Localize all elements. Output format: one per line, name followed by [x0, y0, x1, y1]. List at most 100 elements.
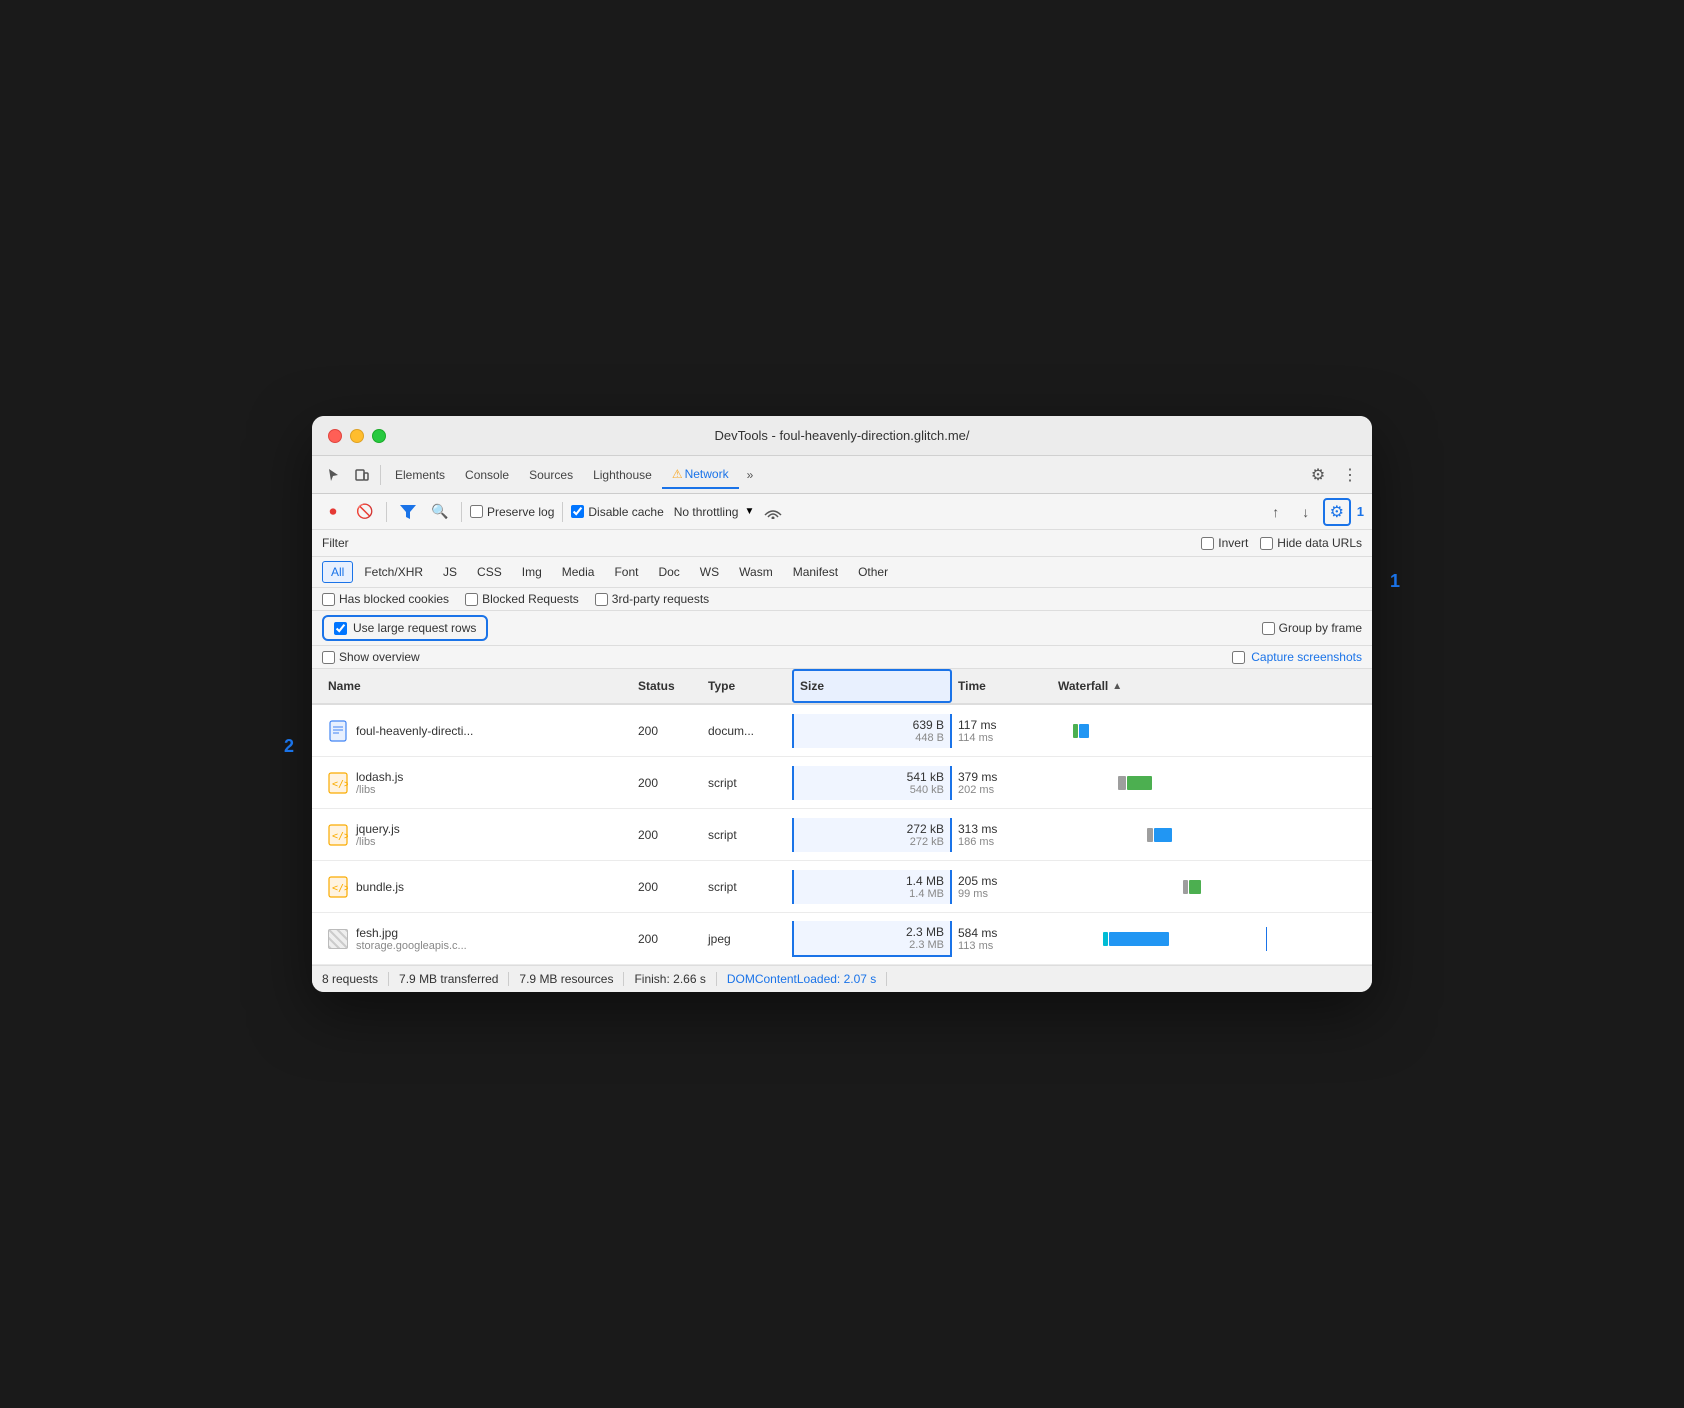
- filter-manifest[interactable]: Manifest: [784, 561, 847, 583]
- throttle-arrow[interactable]: ▼: [744, 506, 754, 517]
- tab-network[interactable]: ⚠Network: [662, 461, 739, 489]
- file-name-3: bundle.js: [356, 880, 404, 894]
- blocked-requests-checkbox[interactable]: [465, 593, 478, 606]
- filter-doc[interactable]: Doc: [649, 561, 688, 583]
- table-row[interactable]: fesh.jpg storage.googleapis.c... 200 jpe…: [312, 913, 1372, 965]
- minimize-button[interactable]: [350, 429, 364, 443]
- td-status-1: 200: [632, 772, 702, 794]
- th-name[interactable]: Name: [322, 669, 632, 703]
- td-status-0: 200: [632, 720, 702, 742]
- doc-icon: [328, 719, 348, 743]
- show-overview-row: Show overview Capture screenshots: [312, 646, 1372, 669]
- toolbar-right-section: ↑ ↓ ⚙ 1: [1263, 498, 1364, 526]
- record-button[interactable]: ⏺: [320, 499, 346, 525]
- large-rows-section: Use large request rows: [322, 615, 488, 641]
- td-time-2: 313 ms 186 ms: [952, 818, 1052, 852]
- table-row[interactable]: </> bundle.js 200 script 1.4 MB 1.4 MB: [312, 861, 1372, 913]
- filter-wasm[interactable]: Wasm: [730, 561, 782, 583]
- search-icon[interactable]: 🔍: [427, 499, 453, 525]
- th-type[interactable]: Type: [702, 669, 792, 703]
- filter-css[interactable]: CSS: [468, 561, 511, 583]
- tab-console[interactable]: Console: [455, 462, 519, 488]
- td-waterfall-2: [1052, 819, 1362, 851]
- annotation-1: 1: [1390, 571, 1400, 592]
- th-status[interactable]: Status: [632, 669, 702, 703]
- tab-more[interactable]: »: [739, 464, 762, 486]
- no-throttling-label: No throttling: [674, 505, 739, 519]
- th-time[interactable]: Time: [952, 669, 1052, 703]
- disable-cache-checkbox[interactable]: [571, 505, 584, 518]
- td-type-2: script: [702, 824, 792, 846]
- td-name-2: </> jquery.js /libs: [322, 818, 632, 852]
- clear-button[interactable]: 🚫: [352, 499, 378, 525]
- device-icon[interactable]: [348, 461, 376, 489]
- group-by-frame-label: Group by frame: [1279, 621, 1362, 635]
- filter-fetch-xhr[interactable]: Fetch/XHR: [355, 561, 432, 583]
- toolbar-sep-3: [562, 502, 563, 522]
- table-header: Name Status Type Size Time Waterfall ▲: [312, 669, 1372, 705]
- settings-icon[interactable]: ⚙: [1304, 461, 1332, 489]
- tab-elements[interactable]: Elements: [385, 462, 455, 488]
- filter-other[interactable]: Other: [849, 561, 897, 583]
- td-size-4: 2.3 MB 2.3 MB: [792, 921, 952, 957]
- th-waterfall[interactable]: Waterfall ▲: [1052, 669, 1362, 703]
- file-subtitle-4: storage.googleapis.c...: [356, 940, 467, 952]
- td-status-3: 200: [632, 876, 702, 898]
- maximize-button[interactable]: [372, 429, 386, 443]
- filter-all[interactable]: All: [322, 561, 353, 583]
- invert-group: Invert: [1201, 536, 1248, 550]
- download-icon[interactable]: ↓: [1293, 499, 1319, 525]
- filter-js[interactable]: JS: [434, 561, 466, 583]
- table-row[interactable]: </> lodash.js /libs 200 script 541 kB 54…: [312, 757, 1372, 809]
- filter-img[interactable]: Img: [513, 561, 551, 583]
- cursor-icon[interactable]: [320, 461, 348, 489]
- td-time-3: 205 ms 99 ms: [952, 870, 1052, 904]
- dom-content-loaded: DOMContentLoaded: 2.07 s: [717, 972, 887, 986]
- use-large-rows-label[interactable]: Use large request rows: [322, 615, 488, 641]
- td-type-1: script: [702, 772, 792, 794]
- filter-icon[interactable]: [395, 499, 421, 525]
- table-row[interactable]: foul-heavenly-directi... 200 docum... 63…: [312, 705, 1372, 757]
- hide-data-urls-checkbox[interactable]: [1260, 537, 1273, 550]
- has-blocked-cookies-group: Has blocked cookies: [322, 592, 449, 606]
- extra-filter-bar: Has blocked cookies Blocked Requests 3rd…: [312, 588, 1372, 611]
- third-party-checkbox[interactable]: [595, 593, 608, 606]
- tab-sources[interactable]: Sources: [519, 462, 583, 488]
- file-name-2: jquery.js: [356, 822, 400, 836]
- status-bar: 8 requests 7.9 MB transferred 7.9 MB res…: [312, 965, 1372, 992]
- td-size-3: 1.4 MB 1.4 MB: [792, 870, 952, 904]
- toolbar-sep-1: [386, 502, 387, 522]
- window-title: DevTools - foul-heavenly-direction.glitc…: [714, 428, 969, 443]
- svg-text:</>: </>: [332, 779, 348, 790]
- close-button[interactable]: [328, 429, 342, 443]
- network-settings-button[interactable]: ⚙: [1323, 498, 1351, 526]
- filter-media[interactable]: Media: [553, 561, 604, 583]
- preserve-log-checkbox[interactable]: [470, 505, 483, 518]
- use-large-rows-checkbox[interactable]: [334, 622, 347, 635]
- blocked-requests-group: Blocked Requests: [465, 592, 579, 606]
- invert-checkbox[interactable]: [1201, 537, 1214, 550]
- network-conditions-icon[interactable]: [760, 499, 786, 525]
- show-overview-group: Show overview: [322, 650, 420, 664]
- filter-font[interactable]: Font: [605, 561, 647, 583]
- annotation-2: 2: [284, 736, 294, 757]
- filter-ws[interactable]: WS: [691, 561, 728, 583]
- tab-lighthouse[interactable]: Lighthouse: [583, 462, 662, 488]
- upload-icon[interactable]: ↑: [1263, 499, 1289, 525]
- td-name-3: </> bundle.js: [322, 871, 632, 903]
- network-toolbar: ⏺ 🚫 🔍 Preserve log Disable cache No thro…: [312, 494, 1372, 530]
- svg-text:</>: </>: [332, 831, 348, 842]
- td-waterfall-4: [1052, 923, 1362, 955]
- capture-screenshots-checkbox[interactable]: [1232, 651, 1245, 664]
- table-row[interactable]: </> jquery.js /libs 200 script 272 kB 27…: [312, 809, 1372, 861]
- third-party-group: 3rd-party requests: [595, 592, 709, 606]
- resources-size: 7.9 MB resources: [509, 972, 624, 986]
- group-by-frame-checkbox[interactable]: [1262, 622, 1275, 635]
- th-size[interactable]: Size: [792, 669, 952, 703]
- has-blocked-cookies-checkbox[interactable]: [322, 593, 335, 606]
- show-overview-checkbox[interactable]: [322, 651, 335, 664]
- disable-cache-label: Disable cache: [588, 505, 663, 519]
- more-options-icon[interactable]: ⋮: [1336, 461, 1364, 489]
- warning-icon: ⚠: [672, 467, 683, 481]
- file-name-4: fesh.jpg: [356, 926, 467, 940]
